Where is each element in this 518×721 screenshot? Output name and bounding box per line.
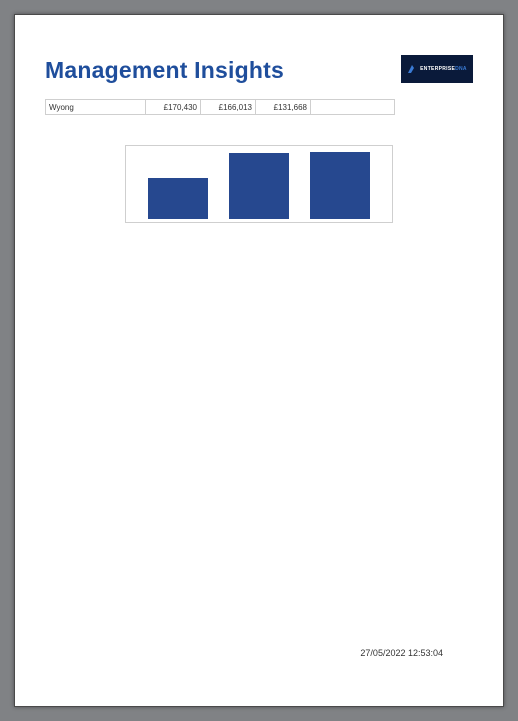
logo-text: ENTERPRISEDNA [420, 66, 467, 72]
report-header: Management Insights ENTERPRISEDNA [45, 57, 473, 97]
row-value-1: £170,430 [146, 100, 201, 114]
row-name: Wyong [46, 100, 146, 114]
data-table: Wyong £170,430 £166,013 £131,668 [45, 99, 395, 115]
row-value-2: £166,013 [201, 100, 256, 114]
bar-0 [148, 178, 208, 219]
logo-text-main: ENTERPRISE [420, 66, 455, 72]
row-value-3: £131,668 [256, 100, 311, 114]
logo-text-accent: DNA [455, 66, 467, 72]
chart-plot-area [126, 147, 392, 219]
bar-chart [125, 145, 393, 223]
row-blank [311, 100, 394, 114]
report-page: Management Insights ENTERPRISEDNA Wyong … [14, 14, 504, 707]
bar-1 [229, 153, 289, 219]
footer-timestamp: 27/05/2022 12:53:04 [360, 648, 443, 658]
brand-logo: ENTERPRISEDNA [401, 55, 473, 83]
feather-icon [407, 64, 417, 74]
bar-2 [310, 152, 370, 219]
